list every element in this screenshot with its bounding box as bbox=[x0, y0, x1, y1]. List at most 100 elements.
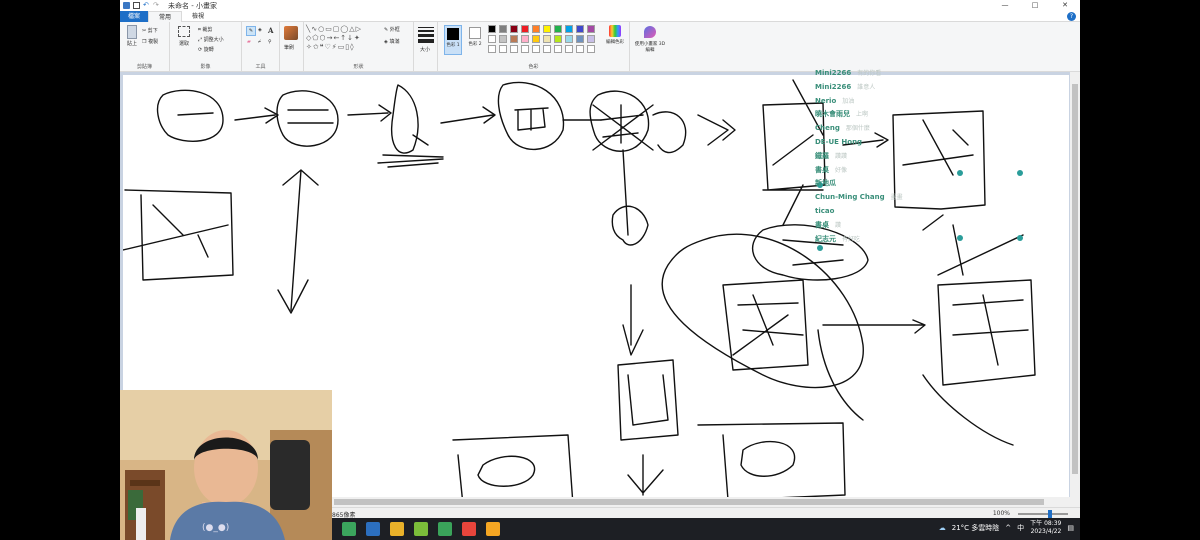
palette-swatch[interactable] bbox=[587, 35, 595, 43]
custom-color-slot[interactable] bbox=[499, 45, 507, 53]
paste-button[interactable]: 貼上 bbox=[124, 25, 140, 55]
tray-expand-icon[interactable]: ^ bbox=[1005, 524, 1011, 532]
palette-swatch[interactable] bbox=[510, 25, 518, 33]
webcam-image: (●_●) bbox=[120, 390, 332, 540]
fill-button[interactable]: ◈ 填滿 bbox=[384, 38, 399, 45]
minimize-button[interactable]: — bbox=[990, 0, 1020, 11]
custom-color-slot[interactable] bbox=[576, 45, 584, 53]
horizontal-scrollbar[interactable] bbox=[332, 497, 1070, 507]
fill-tool[interactable]: ◈ bbox=[258, 27, 262, 33]
custom-color-slot[interactable] bbox=[565, 45, 573, 53]
palette-swatch[interactable] bbox=[488, 35, 496, 43]
save-icon[interactable] bbox=[133, 2, 140, 9]
sketch-stroke bbox=[722, 279, 809, 371]
palette-swatch[interactable] bbox=[499, 25, 507, 33]
resize-button[interactable]: ⤢ 調整大小 bbox=[198, 36, 224, 43]
select-button[interactable]: 選取 bbox=[176, 26, 192, 56]
taskbar-app-icon[interactable] bbox=[462, 522, 476, 536]
tab-home[interactable]: 常用 bbox=[148, 10, 183, 22]
ribbon-tabs: 檔案 常用 檢視 ? bbox=[120, 10, 1080, 22]
custom-color-slot[interactable] bbox=[554, 45, 562, 53]
taskbar-app-icon[interactable] bbox=[390, 522, 404, 536]
crop-button[interactable]: ⌗ 裁剪 bbox=[198, 26, 212, 33]
palette-swatch[interactable] bbox=[532, 25, 540, 33]
close-button[interactable]: ✕ bbox=[1050, 0, 1080, 11]
palette-swatch[interactable] bbox=[510, 35, 518, 43]
tab-file[interactable]: 檔案 bbox=[120, 10, 149, 22]
maximize-button[interactable]: □ bbox=[1020, 0, 1050, 11]
outline-button[interactable]: ✎ 外框 bbox=[384, 26, 400, 33]
palette-swatch[interactable] bbox=[499, 35, 507, 43]
color1-swatch bbox=[447, 28, 459, 40]
taskbar-app-icon[interactable] bbox=[342, 522, 356, 536]
palette-swatch[interactable] bbox=[488, 25, 496, 33]
sketch-stroke bbox=[611, 149, 649, 246]
palette-swatch[interactable] bbox=[576, 25, 584, 33]
chat-message: Mini2266 有的你看 bbox=[815, 67, 1075, 81]
undo-icon[interactable]: ↶ bbox=[143, 2, 150, 9]
eraser-tool[interactable]: ▰ bbox=[247, 39, 251, 45]
pencil-tool[interactable]: ✎ bbox=[246, 26, 256, 36]
taskbar-app-icon[interactable] bbox=[414, 522, 428, 536]
paint3d-group[interactable]: 使用小畫家 3D 編輯 bbox=[630, 22, 670, 72]
horizontal-scroll-thumb[interactable] bbox=[334, 499, 1044, 505]
edit-colors-button[interactable]: 編輯色彩 bbox=[604, 25, 626, 55]
palette-swatch[interactable] bbox=[587, 25, 595, 33]
chat-text: 好像 bbox=[835, 166, 848, 174]
zoom-slider-knob[interactable] bbox=[1048, 510, 1052, 518]
chat-text: 讚讚 bbox=[835, 152, 848, 160]
paste-label: 貼上 bbox=[126, 41, 137, 47]
rotate-button[interactable]: ⟳ 旋轉 bbox=[198, 46, 214, 53]
notification-icon[interactable]: ▤ bbox=[1067, 524, 1074, 532]
redo-icon[interactable]: ↷ bbox=[153, 2, 160, 9]
palette-swatch[interactable] bbox=[543, 35, 551, 43]
palette-swatch[interactable] bbox=[554, 35, 562, 43]
tab-view[interactable]: 檢視 bbox=[182, 11, 214, 22]
brushes-group[interactable]: 筆刷 bbox=[280, 22, 304, 72]
color-picker-tool[interactable]: ⌿ bbox=[258, 39, 261, 45]
magnifier-icon: ⚲ bbox=[268, 39, 272, 45]
ime-indicator[interactable]: 中 bbox=[1017, 523, 1024, 533]
taskbar-app-icon[interactable] bbox=[486, 522, 500, 536]
vertical-scroll-thumb[interactable] bbox=[1072, 84, 1078, 474]
taskbar-app-icon[interactable] bbox=[366, 522, 380, 536]
custom-color-slot[interactable] bbox=[587, 45, 595, 53]
quick-access-toolbar: ↶ ↷ bbox=[123, 2, 160, 9]
palette-swatch[interactable] bbox=[532, 35, 540, 43]
taskbar-app-icon[interactable] bbox=[438, 522, 452, 536]
palette-swatch[interactable] bbox=[576, 35, 584, 43]
shapes-gallery[interactable]: ╲∿○▭▢◯△▷ ◇⬠⬡→←↑↓✦ ✧✩❝♡⚡▭▯◊ bbox=[306, 25, 380, 53]
custom-color-slot[interactable] bbox=[521, 45, 529, 53]
custom-color-slot[interactable] bbox=[488, 45, 496, 53]
help-button[interactable]: ? bbox=[1067, 12, 1076, 21]
clock[interactable]: 下午 08:39 2023/4/22 bbox=[1030, 520, 1061, 536]
outline-label: 外框 bbox=[389, 27, 400, 33]
palette-swatch[interactable] bbox=[565, 25, 573, 33]
palette-swatch[interactable] bbox=[521, 35, 529, 43]
palette-swatch[interactable] bbox=[543, 25, 551, 33]
vertical-scrollbar[interactable] bbox=[1070, 72, 1080, 507]
colors-group: 色彩 1 色彩 2 編輯色彩 色彩 bbox=[438, 22, 630, 72]
size-icon bbox=[418, 27, 434, 43]
custom-color-slot[interactable] bbox=[532, 45, 540, 53]
image-group-label: 影像 bbox=[200, 64, 211, 70]
text-tool[interactable]: A bbox=[268, 26, 273, 35]
sketch-stroke bbox=[817, 329, 864, 421]
weather-text[interactable]: 21°C 多雲時陰 bbox=[952, 523, 1000, 533]
color1-button[interactable]: 色彩 1 bbox=[444, 25, 462, 55]
chat-message: DE-UE Hong bbox=[815, 136, 1075, 150]
palette-swatch[interactable] bbox=[565, 35, 573, 43]
palette-swatch[interactable] bbox=[554, 25, 562, 33]
custom-color-slot[interactable] bbox=[510, 45, 518, 53]
custom-color-slot[interactable] bbox=[543, 45, 551, 53]
chat-author: Nerio bbox=[815, 96, 837, 105]
color2-button[interactable]: 色彩 2 bbox=[466, 25, 484, 55]
zoom-slider[interactable] bbox=[1018, 510, 1068, 518]
chat-message: 新地瓜 bbox=[815, 177, 1075, 191]
eyedropper-icon: ⌿ bbox=[258, 39, 262, 45]
copy-button[interactable]: ❐ 複製 bbox=[142, 38, 158, 45]
palette-swatch[interactable] bbox=[521, 25, 529, 33]
cut-button[interactable]: ✂ 剪下 bbox=[142, 27, 158, 34]
magnifier-tool[interactable]: ⚲ bbox=[268, 39, 272, 45]
size-group[interactable]: 大小 bbox=[414, 22, 438, 72]
